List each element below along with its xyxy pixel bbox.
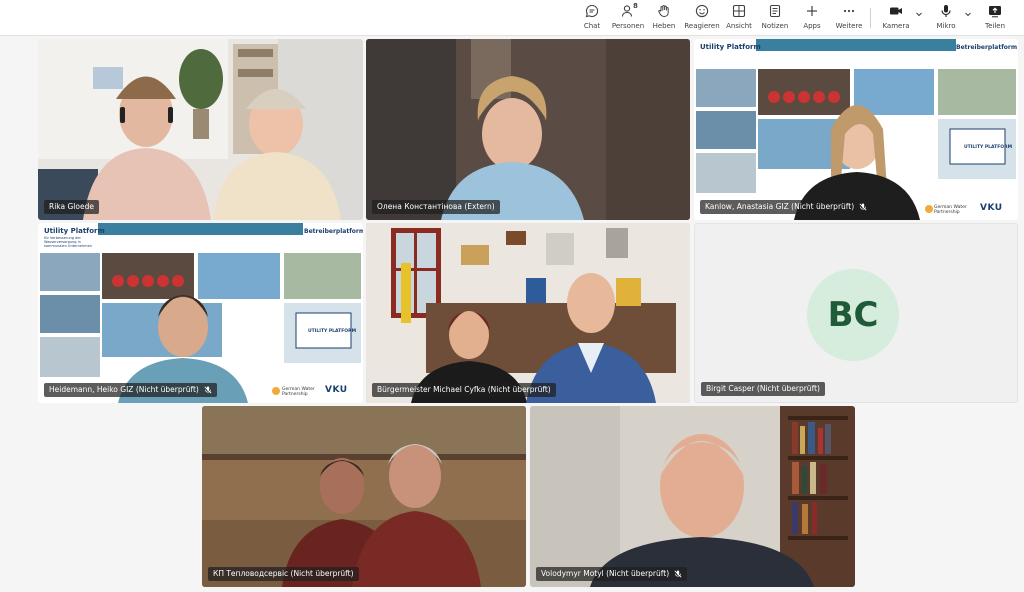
- participant-name-tag: Volodymyr Motyl (Nicht überprüft): [536, 567, 688, 581]
- people-button[interactable]: 8 Personen: [611, 2, 645, 34]
- mic-muted-icon: [204, 386, 212, 394]
- video-tile-kp-teplovodservis[interactable]: КП Тепловодсервіс (Nicht überprüft): [202, 406, 526, 587]
- camera-icon: [888, 3, 904, 19]
- video-feed: [530, 406, 855, 587]
- notes-icon: [767, 3, 783, 19]
- notes-button[interactable]: Notizen: [760, 2, 790, 34]
- view-button[interactable]: Ansicht: [725, 2, 753, 34]
- slide-subtitle: für Verbesserung der Wasserversorgung in…: [44, 236, 92, 248]
- video-tile-birgit-casper[interactable]: BC Birgit Casper (Nicht überprüft): [694, 223, 1018, 403]
- vku-logo: VKU: [325, 385, 348, 395]
- share-screen-icon: [987, 3, 1003, 19]
- video-tile-heiko-heidemann[interactable]: Utility Platform für Verbesserung der Wa…: [38, 223, 363, 403]
- slide-title: Utility Platform: [700, 43, 761, 51]
- gwp-logo: German Water Partnership: [934, 205, 967, 215]
- smiley-icon: [694, 3, 710, 19]
- more-button[interactable]: Weitere: [834, 2, 864, 34]
- mic-options-chevron-icon[interactable]: [963, 9, 973, 19]
- apps-add-icon: [804, 3, 820, 19]
- microphone-icon: [938, 3, 954, 19]
- apps-button[interactable]: Apps: [800, 2, 824, 34]
- video-gallery: Rika Gloede Олена Константінова (Extern): [0, 37, 1024, 592]
- participant-name-tag: Rika Gloede: [44, 200, 99, 214]
- participant-name-tag: Heidemann, Heiko GIZ (Nicht überprüft): [44, 383, 217, 397]
- slide-badge: Betreiberplatform: [956, 44, 1018, 51]
- camera-options-chevron-icon[interactable]: [914, 9, 924, 19]
- participant-name-tag: Birgit Casper (Nicht überprüft): [701, 382, 825, 396]
- video-tile-rika-gloede[interactable]: Rika Gloede: [38, 39, 363, 220]
- hand-icon: [656, 3, 672, 19]
- video-tile-volodymyr-motyl[interactable]: Volodymyr Motyl (Nicht überprüft): [530, 406, 855, 587]
- camera-button[interactable]: Kamera: [880, 2, 912, 34]
- video-feed: [38, 223, 363, 403]
- toolbar-divider: [870, 8, 871, 28]
- share-button[interactable]: Teilen: [982, 2, 1008, 34]
- people-count-badge: 8: [633, 2, 638, 10]
- video-tile-olena-konstantinova[interactable]: Олена Константінова (Extern): [366, 39, 690, 220]
- people-icon: 8: [620, 2, 638, 19]
- mic-button[interactable]: Mikro: [933, 2, 959, 34]
- utility-platform-logo: UTILITY PLATFORM: [964, 145, 1013, 150]
- mic-muted-icon: [859, 203, 867, 211]
- video-feed: [202, 406, 526, 587]
- gwp-logo: German Water Partnership: [282, 387, 315, 397]
- chat-icon: [584, 3, 600, 19]
- participant-name-tag: Kanlow, Anastasia GIZ (Nicht überprüft): [700, 200, 873, 214]
- slide-badge: Betreiberplatform: [304, 228, 363, 235]
- grid-view-icon: [731, 3, 747, 19]
- video-feed: [38, 39, 363, 220]
- video-feed: [366, 39, 690, 220]
- more-dots-icon: [841, 3, 857, 19]
- react-button[interactable]: Reagieren: [684, 2, 720, 34]
- meeting-toolbar: Chat 8 Personen Heben Reagieren Ansicht …: [0, 0, 1024, 36]
- avatar: BC: [807, 269, 899, 361]
- slide-title: Utility Platform: [44, 227, 105, 235]
- participant-name-tag: Bürgermeister Michael Cyfka (Nicht überp…: [372, 383, 556, 397]
- raise-hand-button[interactable]: Heben: [652, 2, 676, 34]
- utility-platform-logo: UTILITY PLATFORM: [308, 329, 357, 334]
- video-tile-michael-cyfka[interactable]: Bürgermeister Michael Cyfka (Nicht überp…: [366, 223, 690, 403]
- chat-button[interactable]: Chat: [578, 2, 606, 34]
- video-tile-anastasia-kanlow[interactable]: Utility Platform Betreiberplatform UTILI…: [694, 39, 1018, 220]
- mic-muted-icon: [674, 570, 682, 578]
- participant-name-tag: КП Тепловодсервіс (Nicht überprüft): [208, 567, 359, 581]
- vku-logo: VKU: [980, 203, 1003, 213]
- video-feed: [694, 39, 1018, 220]
- video-feed: [366, 223, 690, 403]
- participant-name-tag: Олена Константінова (Extern): [372, 200, 500, 214]
